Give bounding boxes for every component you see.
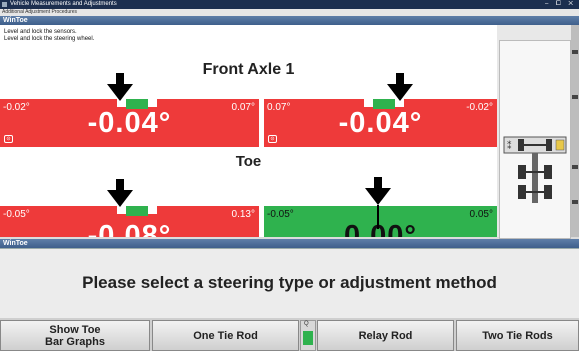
indicator-label: Q bbox=[304, 321, 309, 327]
toe-label: Toe bbox=[235, 153, 262, 170]
gauge-left-value: -0.05° bbox=[267, 209, 294, 220]
app-icon bbox=[2, 2, 7, 7]
center-marker bbox=[377, 205, 379, 229]
arrow-down-icon bbox=[387, 73, 413, 101]
sidebar-scrollbar[interactable] bbox=[571, 25, 579, 237]
relay-rod-button[interactable]: Relay Rod bbox=[317, 320, 454, 351]
bottom-panel-header: WinToe bbox=[0, 239, 579, 248]
vehicle-sidebar: ⁑ bbox=[497, 25, 579, 239]
instruction-line-1: Level and lock the sensors. bbox=[4, 29, 77, 35]
status-indicator: Q bbox=[300, 320, 316, 351]
button-label: One Tie Rod bbox=[193, 329, 258, 342]
gauge-reading: 0.00° bbox=[343, 220, 418, 237]
instruction-line-2: Level and lock the steering wheel. bbox=[4, 36, 95, 42]
sensor-lock-icon: ⊙ bbox=[4, 135, 13, 143]
sensor-lock-icon: ⊙ bbox=[268, 135, 277, 143]
instruction-message: Please select a steering type or adjustm… bbox=[82, 273, 497, 292]
gauge-reading: -0.04° bbox=[87, 107, 172, 139]
gauge-right-value: 0.13° bbox=[231, 209, 255, 220]
arrow-down-icon bbox=[107, 179, 133, 207]
measurement-area: Level and lock the sensors. Level and lo… bbox=[0, 25, 497, 237]
bottom-panel-title: WinToe bbox=[3, 240, 28, 247]
window-title: Vehicle Measurements and Adjustments bbox=[10, 1, 117, 7]
spec-notch bbox=[117, 206, 157, 216]
status-indicator-box bbox=[303, 331, 313, 345]
vehicle-diagram-icon: ⁑ bbox=[503, 136, 567, 203]
arrow-down-icon bbox=[107, 73, 133, 101]
gauge-left-value: -0.05° bbox=[3, 209, 30, 220]
top-panel-title: WinToe bbox=[3, 17, 28, 24]
window-titlebar: Vehicle Measurements and Adjustments – ⧠… bbox=[0, 0, 579, 9]
button-label: Two Tie Rods bbox=[482, 329, 553, 342]
gauge-right-top[interactable]: 0.07° -0.02° -0.04° ⊙ bbox=[264, 99, 497, 147]
show-toe-bar-graphs-button[interactable]: Show Toe Bar Graphs bbox=[0, 320, 150, 351]
button-label: Relay Rod bbox=[358, 329, 413, 342]
top-panel-header: WinToe bbox=[0, 16, 579, 25]
spec-notch bbox=[349, 206, 419, 216]
gauge-right-value: 0.05° bbox=[469, 209, 493, 220]
gauge-reading: -0.08° bbox=[87, 220, 172, 237]
procedure-subtitle: Additional Adjustment Procedures bbox=[0, 9, 579, 16]
window-controls[interactable]: – ⧠ ✕ bbox=[545, 0, 576, 9]
gauge-left-top[interactable]: -0.02° 0.07° -0.04° ⊙ bbox=[0, 99, 259, 147]
arrow-down-icon bbox=[365, 177, 391, 205]
message-panel: Please select a steering type or adjustm… bbox=[0, 248, 579, 319]
two-tie-rods-button[interactable]: Two Tie Rods bbox=[456, 320, 579, 351]
instructions: Level and lock the sensors. Level and lo… bbox=[4, 29, 94, 43]
button-bar: Show Toe Bar Graphs One Tie Rod Q Relay … bbox=[0, 318, 579, 351]
vehicle-diagram-panel[interactable]: ⁑ bbox=[499, 40, 571, 239]
subtitle-text: Additional Adjustment Procedures bbox=[2, 9, 78, 15]
gauge-left-bottom[interactable]: -0.05° 0.13° -0.08° bbox=[0, 206, 259, 237]
gauge-right-bottom[interactable]: -0.05° 0.05° 0.00° bbox=[264, 206, 497, 237]
axle-title: Front Axle 1 bbox=[202, 61, 295, 78]
gauge-reading: -0.04° bbox=[338, 107, 423, 139]
svg-text:⁑: ⁑ bbox=[507, 140, 512, 152]
button-label: Show Toe Bar Graphs bbox=[45, 323, 105, 348]
one-tie-rod-button[interactable]: One Tie Rod bbox=[152, 320, 299, 351]
